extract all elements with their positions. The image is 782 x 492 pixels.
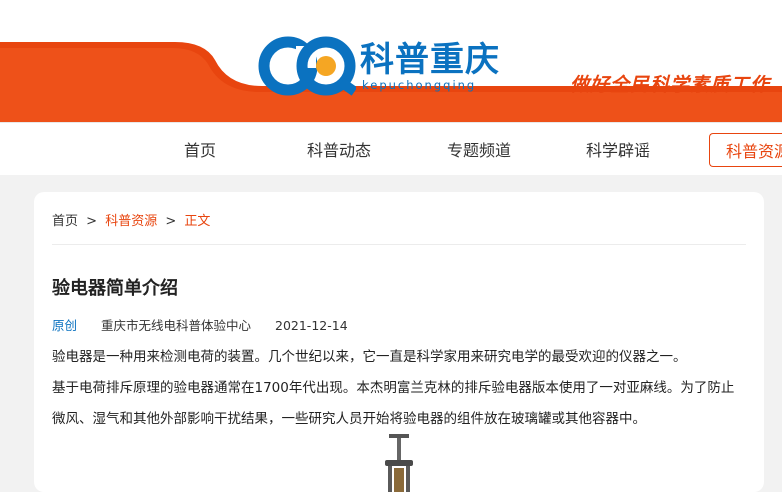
breadcrumb-separator: > (165, 214, 177, 229)
nav-item-rumors[interactable]: 科学辟谣 (586, 137, 650, 161)
breadcrumb-home[interactable]: 首页 (52, 214, 78, 229)
article-card: 首页 > 科普资源 > 正文 验电器简单介绍 原创 重庆市无线电科普体验中心 2… (34, 192, 764, 492)
logo-subtext: kepuchongqing (362, 78, 477, 92)
article-date: 2021-12-14 (275, 318, 348, 333)
breadcrumb-section[interactable]: 科普资源 (105, 214, 157, 229)
article-source: 重庆市无线电科普体验中心 (101, 318, 252, 333)
site-header: 科普重庆 kepuchongqing 做好全民科学素质工作 (0, 0, 782, 122)
nav-item-resources[interactable]: 科普资源 (709, 133, 782, 167)
logo-text: 科普重庆 (360, 40, 500, 80)
article-tag: 原创 (52, 318, 78, 333)
divider (52, 244, 746, 245)
article-paragraph: 基于电荷排斥原理的验电器通常在1700年代出现。本杰明富兰克林的排斥验电器版本使… (52, 380, 735, 427)
breadcrumb-separator: > (86, 214, 98, 229)
breadcrumb: 首页 > 科普资源 > 正文 (52, 210, 210, 229)
nav-item-home[interactable]: 首页 (184, 137, 216, 161)
breadcrumb-current: 正文 (184, 214, 211, 229)
logo-mark-icon (258, 36, 356, 96)
article-body: 验电器是一种用来检测电荷的装置。几个世纪以来，它一直是科学家用来研究电学的最受欢… (52, 342, 746, 435)
article-paragraph: 验电器是一种用来检测电荷的装置。几个世纪以来，它一直是科学家用来研究电学的最受欢… (52, 349, 687, 365)
header-slogan: 做好全民科学素质工作 (569, 74, 770, 96)
article-title: 验电器简单介绍 (52, 278, 178, 299)
nav-item-topics[interactable]: 专题频道 (447, 137, 511, 161)
electroscope-image (385, 434, 413, 492)
site-logo[interactable]: 科普重庆 kepuchongqing (258, 36, 528, 96)
nav-item-news[interactable]: 科普动态 (307, 137, 371, 161)
main-nav: 首页 科普动态 专题频道 科学辟谣 科普资源 (0, 122, 782, 175)
article-meta: 原创 重庆市无线电科普体验中心 2021-12-14 (52, 315, 348, 334)
